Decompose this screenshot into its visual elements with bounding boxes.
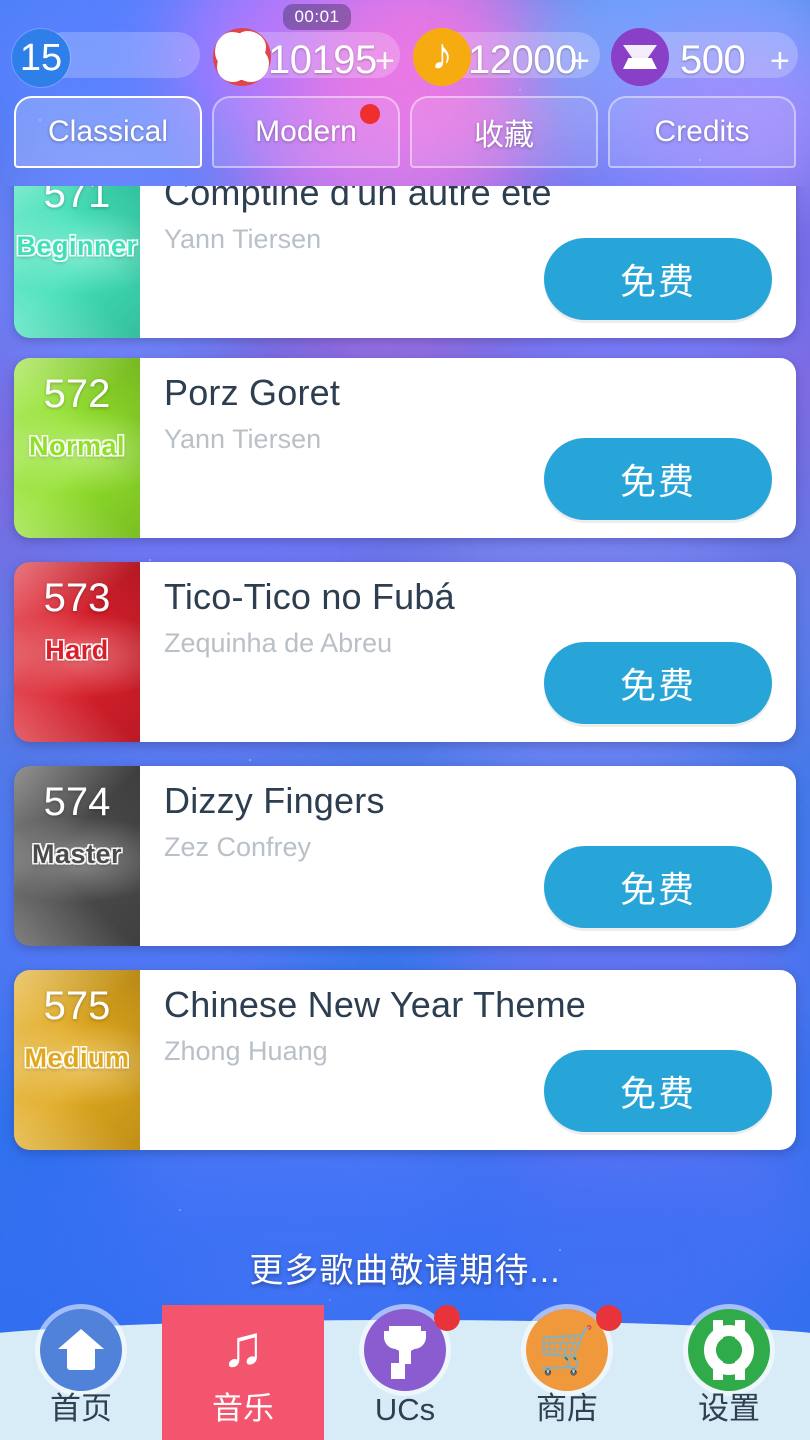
nav-label: 首页 [50, 1391, 112, 1426]
free-button-label: 免费 [619, 261, 696, 302]
song-row[interactable]: 573 Hard Tico-Tico no Fubá Zequinha de A… [14, 562, 796, 742]
difficulty-badge: 575 Medium [14, 970, 140, 1150]
song-row[interactable]: 575 Medium Chinese New Year Theme Zhong … [14, 970, 796, 1150]
energy-timer-value: 00:01 [294, 7, 340, 26]
free-button-label: 免费 [619, 461, 696, 502]
song-row[interactable]: 572 Normal Porz Goret Yann Tiersen 免费 [14, 358, 796, 538]
song-title: Tico-Tico no Fubá [164, 576, 455, 617]
difficulty-label: Master [31, 839, 123, 869]
tab-favorites[interactable]: 收藏 [410, 96, 598, 168]
energy-refill-timer: 00:01 [283, 4, 351, 30]
tab-credits[interactable]: Credits [608, 96, 796, 168]
energy-add-button[interactable]: + [375, 42, 395, 81]
player-level-badge[interactable]: 15 [12, 29, 70, 87]
gear-icon [688, 1309, 770, 1391]
song-row[interactable]: 571 Beginner Comptine d'un autre été Yan… [14, 186, 796, 338]
music-note-icon: ♫ [202, 1309, 284, 1391]
nav-label: 音乐 [212, 1391, 274, 1426]
music-note-glyph: ♫ [221, 1314, 265, 1379]
free-button[interactable]: 免费 [544, 846, 772, 928]
trophy-glyph [381, 1326, 429, 1374]
tab-label: Modern [255, 115, 357, 148]
song-info: Porz Goret Yann Tiersen 免费 [140, 358, 796, 538]
energy-value: 10195 [268, 38, 377, 82]
free-button-label: 免费 [619, 869, 696, 910]
cart-glyph: 🛒 [538, 1324, 596, 1376]
diamond-glyph [623, 45, 657, 69]
notification-dot-icon [596, 1305, 622, 1331]
free-button-label: 免费 [619, 665, 696, 706]
tab-classical[interactable]: Classical [14, 96, 202, 168]
category-tabs: Classical Modern 收藏 Credits [0, 96, 810, 182]
song-title: Dizzy Fingers [164, 780, 385, 821]
music-note-icon: ♪ [413, 28, 471, 86]
nav-item-ucs[interactable]: UCs [324, 1305, 486, 1440]
difficulty-badge: 572 Normal [14, 358, 140, 538]
difficulty-badge: 571 Beginner [14, 186, 140, 338]
nav-item-home[interactable]: 首页 [0, 1305, 162, 1440]
difficulty-label: Hard [45, 635, 109, 665]
home-glyph [58, 1327, 104, 1373]
song-title: Comptine d'un autre été [164, 186, 552, 213]
song-number: 571 [43, 186, 111, 216]
gems-add-button[interactable]: + [770, 42, 790, 81]
nav-label: 商店 [536, 1391, 598, 1426]
new-content-dot-icon [360, 104, 380, 124]
note-glyph: ♪ [431, 30, 453, 79]
song-number: 572 [43, 372, 111, 416]
tab-label: 收藏 [474, 119, 534, 152]
gems-value: 500 [680, 38, 746, 82]
top-resource-bar: 15 00:01 10195 + ♪ 12000 + 500 + [0, 0, 810, 96]
player-level-value: 15 [19, 36, 63, 79]
free-button[interactable]: 免费 [544, 238, 772, 320]
notes-value: 12000 [468, 38, 577, 82]
song-info: Comptine d'un autre été Yann Tiersen 免费 [140, 186, 796, 338]
song-list[interactable]: 571 Beginner Comptine d'un autre été Yan… [0, 186, 810, 1176]
difficulty-label: Beginner [16, 231, 138, 261]
song-info: Dizzy Fingers Zez Confrey 免费 [140, 766, 796, 946]
song-number: 574 [43, 780, 111, 824]
gear-glyph [704, 1325, 754, 1375]
nav-label: UCs [374, 1392, 436, 1427]
bottom-navigation: 首页 ♫ 音乐 UCs 🛒 商店 设置 [0, 1305, 810, 1440]
notes-add-button[interactable]: + [570, 42, 590, 81]
tab-label: Classical [47, 115, 169, 148]
nav-item-music[interactable]: ♫ 音乐 [162, 1305, 324, 1440]
tab-modern[interactable]: Modern [212, 96, 400, 168]
song-info: Chinese New Year Theme Zhong Huang 免费 [140, 970, 796, 1150]
song-title: Porz Goret [164, 372, 341, 413]
home-icon [40, 1309, 122, 1391]
tab-label: Credits [654, 115, 750, 148]
free-button[interactable]: 免费 [544, 642, 772, 724]
difficulty-badge: 574 Master [14, 766, 140, 946]
energy-blob-icon [213, 28, 271, 86]
free-button-label: 免费 [619, 1073, 696, 1114]
difficulty-label: Normal [28, 431, 126, 461]
song-row[interactable]: 574 Master Dizzy Fingers Zez Confrey 免费 [14, 766, 796, 946]
free-button[interactable]: 免费 [544, 438, 772, 520]
difficulty-label: Medium [24, 1043, 130, 1073]
song-number: 573 [43, 576, 111, 620]
nav-item-settings[interactable]: 设置 [648, 1305, 810, 1440]
nav-item-shop[interactable]: 🛒 商店 [486, 1305, 648, 1440]
difficulty-badge: 573 Hard [14, 562, 140, 742]
song-title: Chinese New Year Theme [164, 984, 586, 1025]
nav-label: 设置 [698, 1391, 760, 1426]
song-number: 575 [43, 984, 111, 1028]
free-button[interactable]: 免费 [544, 1050, 772, 1132]
diamond-icon [611, 28, 669, 86]
blob-shape [219, 34, 265, 80]
song-info: Tico-Tico no Fubá Zequinha de Abreu 免费 [140, 562, 796, 742]
coming-soon-text: 更多歌曲敬请期待... [249, 1252, 561, 1290]
notification-dot-icon [434, 1305, 460, 1331]
